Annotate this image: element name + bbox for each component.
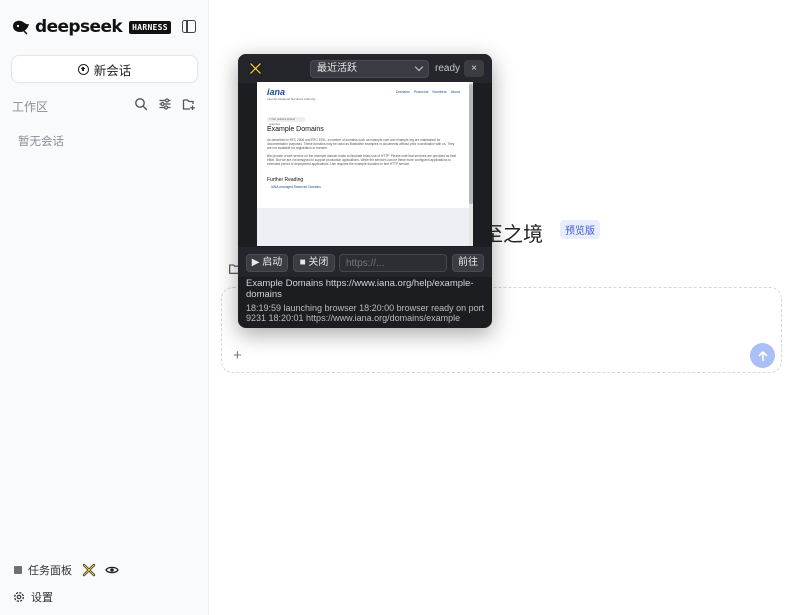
preview-nav-item[interactable]: About (451, 90, 460, 94)
preview-logo: iana (267, 87, 286, 97)
harness-logo-icon (249, 62, 262, 75)
stop-button[interactable]: ■ 关闭 (293, 254, 335, 272)
go-button[interactable]: 前往 (452, 254, 484, 272)
plus-circle-icon (77, 63, 89, 75)
browser-viewport[interactable]: iana Internet Assigned Numbers Authority… (257, 82, 473, 246)
settings-label: 设置 (31, 592, 53, 604)
puzzle-icon[interactable] (82, 563, 96, 577)
sidebar: deepseek HARNESS 新会话 工作区 暂无会话 任务面板 设置 (0, 0, 209, 615)
page-info: Example Domains https://www.iana.org/hel… (246, 278, 474, 300)
start-button[interactable]: ▶ 启动 (246, 254, 288, 272)
deepseek-logo-icon (13, 20, 29, 35)
session-select[interactable]: 最近活跃 (310, 60, 429, 78)
preview-footer (257, 208, 469, 246)
preview-subheading: Further Reading (267, 177, 304, 183)
gear-icon (14, 592, 24, 602)
preview-link[interactable]: IANA-managed Reserved Domains (271, 185, 321, 189)
browser-toolbar: 最近活跃 ready × (238, 54, 492, 83)
send-button[interactable] (750, 343, 775, 368)
browser-status: ready (435, 63, 461, 74)
session-select-value: 最近活跃 (317, 63, 357, 74)
settings-button[interactable]: 设置 (13, 589, 53, 605)
search-icon[interactable] (134, 97, 148, 111)
preview-breadcrumb[interactable]: < Our policies & best practices (267, 117, 305, 126)
preview-nav-item[interactable]: Domains (396, 90, 410, 94)
task-panel-label: 任务面板 (28, 565, 72, 577)
browser-log: 18:19:59 launching browser 18:20:00 brow… (246, 303, 485, 323)
task-panel-button[interactable]: 任务面板 (14, 562, 119, 578)
new-chat-button[interactable]: 新会话 (11, 55, 198, 83)
brand-badge: HARNESS (129, 20, 171, 34)
brand-name: deepseek (35, 17, 123, 37)
preview-nav-item[interactable]: Protocols (414, 90, 429, 94)
preview-logo-subtitle: Internet Assigned Numbers Authority (267, 97, 316, 101)
hero-title: 至之境 (483, 224, 543, 246)
brand[interactable]: deepseek HARNESS (12, 17, 171, 37)
preview-paragraph: We provide a web service on the example … (267, 154, 457, 166)
eye-icon[interactable] (105, 565, 119, 575)
viewport-scrollbar[interactable] (469, 82, 473, 246)
close-button[interactable]: × (464, 60, 484, 77)
workspace-label: 工作区 (12, 100, 49, 114)
empty-sessions-label: 暂无会话 (18, 136, 64, 148)
preview-paragraph: As described in RFC 2606 and RFC 6761, a… (267, 138, 455, 150)
preview-badge: 预览版 (560, 220, 600, 239)
new-folder-icon[interactable] (182, 97, 196, 111)
scrollbar-thumb[interactable] (469, 84, 473, 204)
filter-icon[interactable] (158, 97, 172, 111)
url-input[interactable] (339, 254, 447, 272)
preview-heading: Example Domains (267, 126, 324, 133)
grid-icon (14, 566, 22, 574)
chevron-down-icon (414, 62, 424, 72)
attach-plus-icon[interactable]: + (233, 348, 242, 363)
preview-nav: Domains Protocols Numbers About (396, 90, 460, 94)
browser-panel: 最近活跃 ready × iana Internet Assigned Numb… (238, 54, 492, 328)
browser-controls: ▶ 启动 ■ 关闭 前往 (238, 247, 492, 277)
arrow-up-icon (758, 350, 767, 361)
new-chat-label: 新会话 (93, 63, 132, 78)
preview-nav-item[interactable]: Numbers (432, 90, 446, 94)
sidebar-toggle-icon[interactable] (182, 20, 196, 33)
